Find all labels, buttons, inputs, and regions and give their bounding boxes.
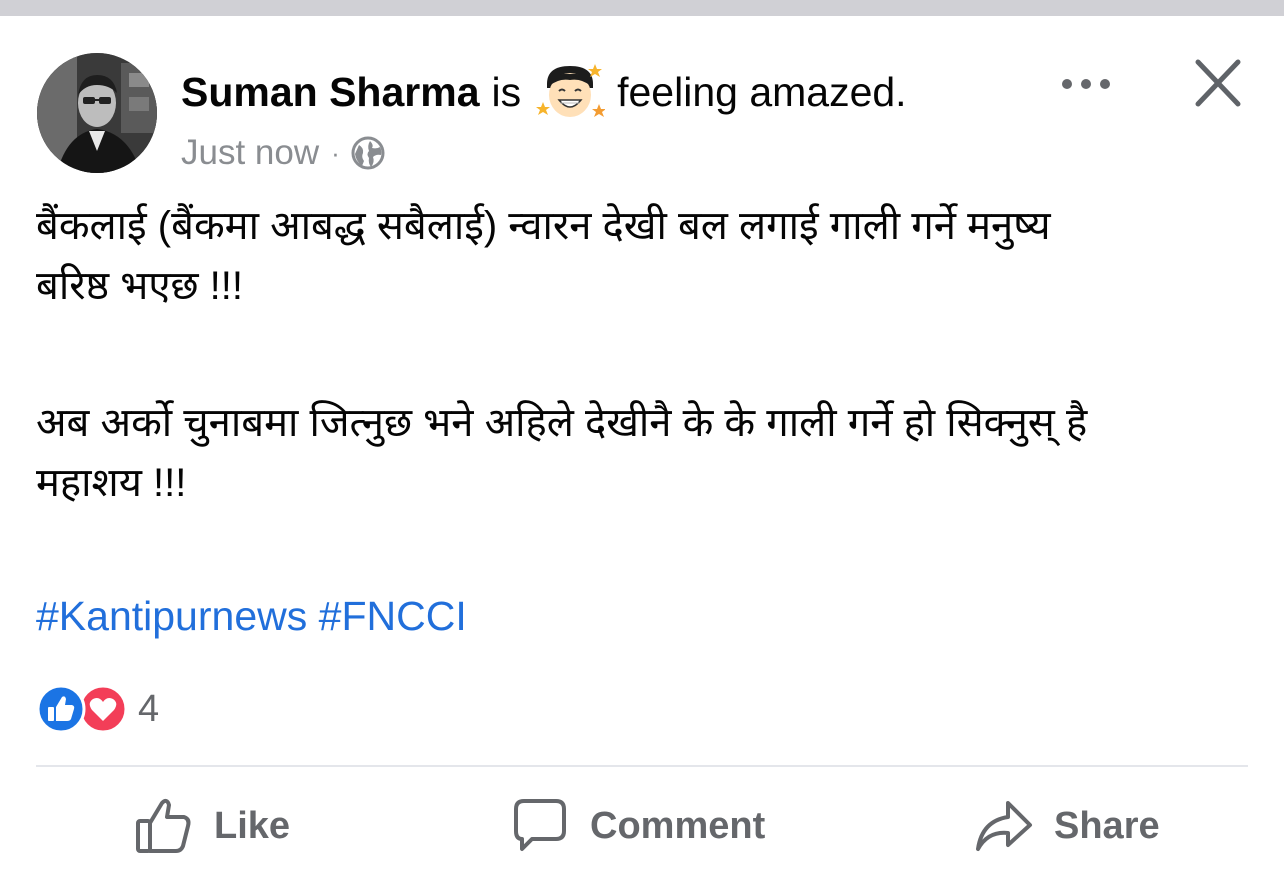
like-label: Like (214, 804, 291, 847)
hashtags: #Kantipurnews #FNCCI (36, 593, 467, 640)
paragraph-line: महाशय !!! (36, 461, 187, 505)
post-header: Suman Sharma is feeling amazed. (181, 62, 907, 122)
like-reaction-icon (36, 684, 86, 734)
paragraph-line: बरिष्ठ भएछ !!! (36, 264, 243, 308)
more-options-icon[interactable] (1058, 68, 1114, 100)
avatar-photo (37, 53, 157, 173)
post-meta: Just now · (181, 131, 386, 175)
hashtag-link[interactable]: #Kantipurnews (36, 593, 307, 639)
top-strip (0, 0, 1284, 16)
meta-separator: · (331, 137, 340, 168)
amazed-face-icon (535, 62, 607, 122)
thumbs-up-icon (136, 798, 191, 853)
like-button[interactable]: Like (134, 790, 290, 862)
avatar[interactable] (37, 53, 157, 173)
share-button[interactable]: Share (974, 790, 1160, 862)
timestamp[interactable]: Just now (181, 133, 319, 173)
share-label: Share (1054, 804, 1160, 847)
is-word: is (491, 68, 522, 115)
comment-bubble-icon (514, 799, 566, 851)
divider (36, 765, 1248, 767)
post-paragraph-1: बैंकलाई (बैंकमा आबद्ध सबैलाई) न्वारन देख… (36, 196, 1251, 316)
author-name[interactable]: Suman Sharma (181, 69, 480, 116)
globe-icon[interactable] (350, 135, 386, 171)
feeling-text: feeling amazed. (617, 68, 907, 115)
reaction-count: 4 (138, 687, 160, 730)
hashtag-link[interactable]: #FNCCI (319, 593, 467, 639)
reactions-summary[interactable]: 4 (36, 682, 159, 736)
comment-label: Comment (590, 804, 766, 847)
paragraph-line: बैंकलाई (बैंकमा आबद्ध सबैलाई) न्वारन देख… (36, 204, 1051, 248)
share-arrow-icon (976, 801, 1032, 851)
close-icon[interactable] (1188, 54, 1248, 114)
comment-button[interactable]: Comment (510, 790, 765, 862)
paragraph-line: अब अर्को चुनाबमा जित्नुछ भने अहिले देखीन… (36, 401, 1088, 445)
post-paragraph-2: अब अर्को चुनाबमा जित्नुछ भने अहिले देखीन… (36, 393, 1251, 513)
